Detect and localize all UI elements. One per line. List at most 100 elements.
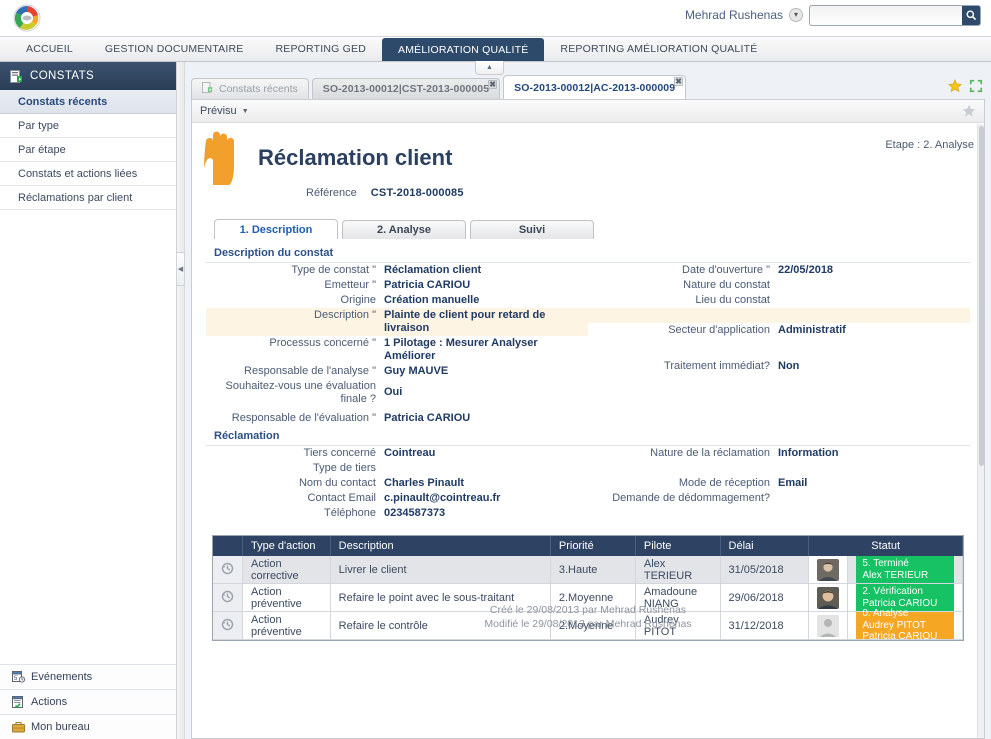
vertical-scrollbar[interactable] [977, 124, 984, 738]
tab-description[interactable]: 1. Description [214, 219, 338, 239]
field-value: Oui [384, 386, 403, 398]
status-stage: 5. Terminé [862, 558, 909, 569]
field-value: Plainte de client pour retard de livrais… [384, 309, 546, 334]
col-priorite[interactable]: Priorité [550, 536, 636, 556]
history-icon [221, 590, 234, 602]
expand-icon[interactable] [969, 79, 983, 96]
doc-tab-ac-2013-000009[interactable]: SO-2013-00012|AC-2013-000009 ✖ [503, 75, 687, 99]
field-row: Emetteur " Patricia CARIOU [206, 278, 588, 293]
field-row: Mode de réception Email [588, 476, 970, 491]
user-menu[interactable]: Mehrad Rushenas ▾ [685, 8, 803, 22]
col-description[interactable]: Description [330, 536, 551, 556]
doc-tab-label: SO-2013-00012|CST-2013-000005 [322, 83, 490, 95]
star-outline-icon[interactable] [962, 104, 976, 121]
field-value: c.pinault@cointreau.fr [384, 492, 501, 504]
close-icon[interactable]: ✖ [674, 77, 684, 86]
nav-item-accueil[interactable]: ACCUEIL [10, 37, 89, 61]
user-name: Mehrad Rushenas [684, 8, 783, 22]
field-label: Processus concerné " [269, 337, 376, 349]
field-value: 22/05/2018 [778, 264, 834, 276]
field-row-highlighted-empty [588, 308, 970, 323]
section-title-reclamation: Réclamation [206, 430, 970, 446]
header-collapse-button[interactable]: ▲ [475, 61, 504, 75]
tab-suivi[interactable]: Suivi [470, 220, 594, 239]
footer-created: Créé le 29/08/2013 par Mehrad Rushenas [489, 604, 687, 616]
search-input[interactable] [810, 6, 962, 25]
tab-analyse[interactable]: 2. Analyse [342, 220, 466, 239]
status-owner-2: Patricia CARIOU [862, 631, 938, 643]
reference-row: Référence CST-2018-000085 [206, 187, 970, 199]
field-value: Patricia CARIOU [384, 279, 471, 291]
search-icon[interactable] [962, 6, 980, 25]
sidebar-item-evenements[interactable]: 5 Evénements [0, 664, 176, 689]
field-value: Charles Pinault [384, 477, 465, 489]
field-row: Contact Email c.pinault@cointreau.fr [206, 491, 588, 506]
search-box[interactable] [809, 5, 981, 26]
chevron-down-icon[interactable]: ▾ [789, 8, 803, 22]
doc-tab-constats-recents[interactable]: Constats récents [191, 78, 309, 99]
doc-tab-cst-2013-000005[interactable]: SO-2013-00012|CST-2013-000005 ✖ [311, 78, 501, 99]
document-card: Prévisu ▼ Etape : 2. Analyse Réclamation [191, 99, 985, 739]
close-icon[interactable]: ✖ [488, 80, 498, 89]
field-label: Emetteur " [324, 279, 376, 291]
sidebar-item-mon-bureau[interactable]: Mon bureau [0, 714, 176, 739]
doc-tab-label: Constats récents [219, 83, 298, 95]
field-row-highlighted: Description " Plainte de client pour ret… [206, 308, 588, 336]
field-label: Origine [340, 294, 376, 306]
table-row[interactable]: Action corrective Livrer le client 3.Hau… [213, 556, 963, 584]
cell-priority: 3.Haute [550, 556, 636, 584]
actions-table-head: Type d'action Description Priorité Pilot… [213, 536, 963, 556]
col-pilote[interactable]: Pilote [635, 536, 721, 556]
field-label: Date d'ouverture " [682, 264, 770, 276]
page-title: Réclamation client [258, 145, 453, 170]
nav-item-reporting-ged[interactable]: REPORTING GED [259, 37, 382, 61]
field-value: Réclamation client [384, 264, 482, 276]
checklist-icon [12, 696, 25, 709]
calendar-icon: 5 [12, 671, 26, 683]
field-value: 1 Pilotage : Mesurer Analyser Améliorer [384, 337, 538, 362]
col-statut[interactable]: Statut [808, 536, 963, 556]
field-row-empty [588, 338, 970, 353]
sidebar-item-par-type[interactable]: Par type [0, 114, 176, 138]
sidebar-collapse-handle[interactable]: ◀ [176, 252, 185, 286]
nav-item-gestion-documentaire[interactable]: GESTION DOCUMENTAIRE [89, 37, 260, 61]
nav-item-amelioration-qualite[interactable]: AMÉLIORATION QUALITÉ [382, 38, 545, 61]
field-row: Responsable de l'évaluation " Patricia C… [206, 407, 588, 426]
preview-dropdown[interactable]: Prévisu ▼ [200, 105, 249, 117]
field-row: Souhaitez-vous une évaluation finale ? O… [206, 379, 588, 407]
sidebar-item-par-etape[interactable]: Par étape [0, 138, 176, 162]
cell-deadline: 31/05/2018 [720, 556, 810, 584]
reference-label: Référence [306, 187, 357, 199]
cell-pilot: Alex TERIEUR [635, 556, 721, 584]
field-row: Origine Création manuelle [206, 293, 588, 308]
col-history[interactable] [213, 536, 243, 556]
field-row: Nature de la réclamation Information [588, 446, 970, 461]
sidebar-bottom-label-mon-bureau: Mon bureau [31, 721, 90, 733]
field-value: Administratif [778, 324, 846, 336]
cell-description: Livrer le client [330, 556, 551, 584]
sidebar-item-constats-recents[interactable]: Constats récents [0, 90, 176, 114]
col-type-action[interactable]: Type d'action [242, 536, 331, 556]
field-row: Lieu du constat [588, 293, 970, 308]
app-logo [12, 3, 42, 33]
main-navigation: ACCUEIL GESTION DOCUMENTAIRE REPORTING G… [0, 36, 991, 62]
sidebar-item-constats-et-actions-liees[interactable]: Constats et actions liées [0, 162, 176, 186]
col-delai[interactable]: Délai [720, 536, 810, 556]
history-icon-cell[interactable] [213, 556, 243, 584]
status-owner: Alex TERIEUR [862, 569, 929, 581]
sidebar-item-actions[interactable]: Actions [0, 689, 176, 714]
scrollbar-thumb[interactable] [979, 126, 984, 466]
field-label: Type de constat " [291, 264, 376, 276]
star-icon[interactable] [948, 79, 962, 96]
field-row: Responsable de l'analyse " Guy MAUVE [206, 364, 588, 379]
status-stage: 2. Vérification [862, 586, 923, 597]
field-label: Nom du contact [298, 477, 376, 489]
field-label: Demande de dédommagement? [612, 492, 770, 504]
sidebar-item-reclamations-par-client[interactable]: Réclamations par client [0, 186, 176, 210]
preview-label: Prévisu [200, 105, 237, 117]
nav-item-reporting-amelioration-qualite[interactable]: REPORTING AMÉLIORATION QUALITÉ [544, 37, 773, 61]
status-badge: 5. Terminé Alex TERIEUR [856, 556, 954, 583]
sidebar-splitter[interactable]: ◀ [176, 62, 185, 739]
etape-label: Etape : 2. Analyse [885, 139, 974, 151]
